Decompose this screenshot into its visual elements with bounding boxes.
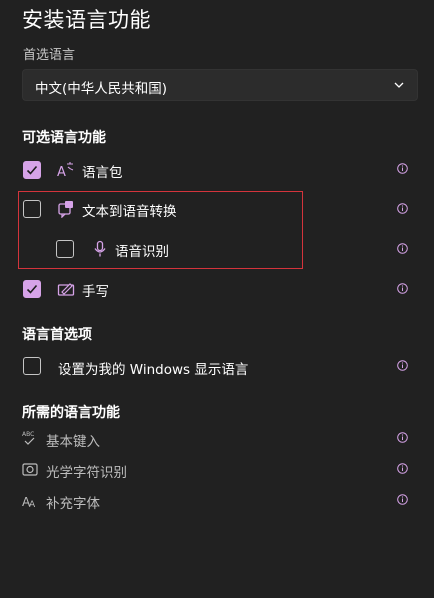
svg-text:A: A — [57, 165, 66, 179]
required-features-heading: 所需的语言功能 — [22, 405, 120, 421]
checkmark-icon — [26, 165, 38, 175]
microphone-icon — [94, 240, 106, 257]
info-icon[interactable] — [397, 203, 408, 214]
checkmark-icon — [26, 284, 38, 294]
info-icon[interactable] — [397, 243, 408, 254]
language-pack-checkbox[interactable] — [23, 161, 41, 179]
preferred-language-value: 中文(中华人民共和国) — [35, 81, 168, 97]
text-to-speech-label: 文本到语音转换 — [82, 204, 177, 220]
svg-text:A: A — [29, 500, 36, 508]
text-to-speech-checkbox[interactable] — [23, 200, 41, 218]
text-to-speech-icon — [58, 201, 73, 218]
info-icon[interactable] — [397, 463, 408, 474]
display-language-label: 设置为我的 Windows 显示语言 — [58, 362, 249, 378]
ocr-camera-icon — [22, 463, 38, 476]
ocr-label: 光学字符识别 — [46, 465, 127, 481]
language-pack-icon: A — [57, 162, 74, 179]
handwriting-label: 手写 — [82, 284, 109, 300]
handwriting-icon — [57, 283, 75, 296]
preferred-language-label: 首选语言 — [23, 48, 76, 63]
speech-recognition-label: 语音识别 — [115, 244, 169, 260]
handwriting-checkbox[interactable] — [23, 280, 41, 298]
optional-features-heading: 可选语言功能 — [22, 130, 106, 146]
info-icon[interactable] — [397, 163, 408, 174]
preferred-language-dropdown[interactable]: 中文(中华人民共和国) — [22, 69, 418, 101]
abc-check-icon: ABC — [22, 431, 35, 445]
language-pack-label: 语言包 — [82, 165, 123, 181]
info-icon[interactable] — [397, 360, 408, 371]
language-preferences-heading: 语言首选项 — [22, 327, 92, 343]
supplemental-fonts-label: 补充字体 — [46, 496, 100, 512]
info-icon[interactable] — [397, 432, 408, 443]
chevron-down-icon — [394, 82, 404, 88]
page-title: 安装语言功能 — [22, 8, 151, 32]
basic-typing-label: 基本键入 — [46, 434, 100, 450]
speech-recognition-checkbox[interactable] — [56, 240, 74, 258]
display-language-checkbox[interactable] — [23, 357, 41, 375]
svg-text:ABC: ABC — [22, 431, 34, 438]
font-icon: A A — [22, 495, 36, 508]
info-icon[interactable] — [397, 283, 408, 294]
info-icon[interactable] — [397, 494, 408, 505]
